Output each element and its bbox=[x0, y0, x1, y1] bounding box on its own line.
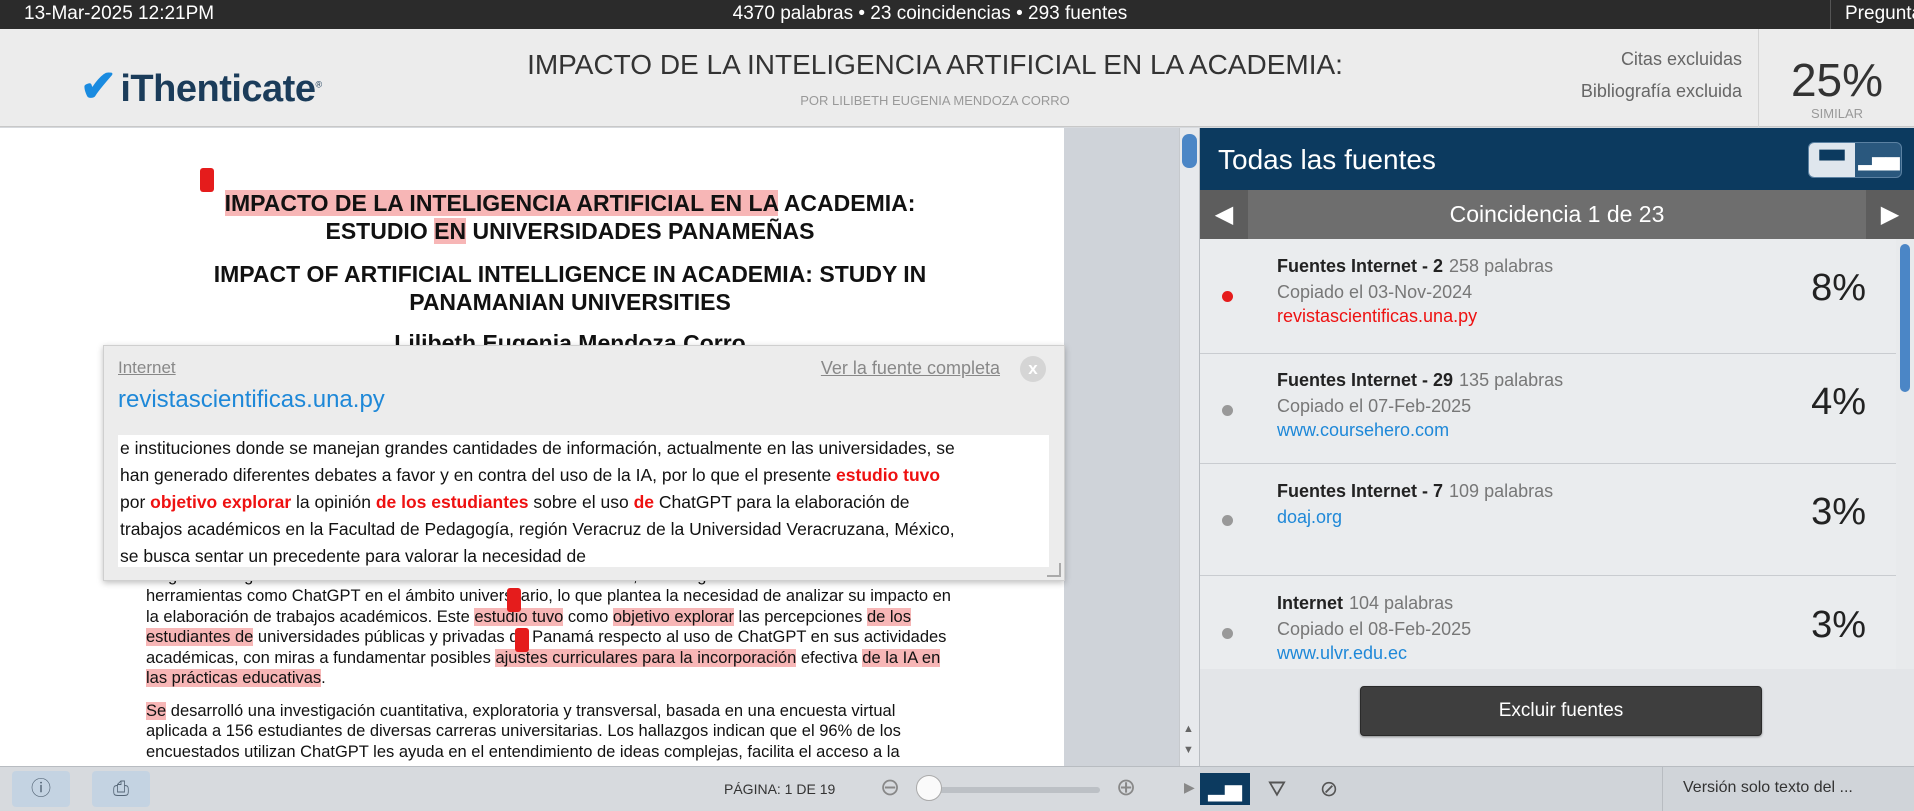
excluded-citations-label: Citas excluidas bbox=[1620, 49, 1742, 69]
doc-en-title-line2: PANAMANIAN UNIVERSITIES bbox=[409, 289, 731, 315]
bar-view-icon[interactable]: ▂▅▅ bbox=[1856, 143, 1902, 177]
report-header: ✔ iThenticate® IMPACTO DE LA INTELIGENCIA… bbox=[0, 29, 1914, 127]
print-icon[interactable]: ⎙ bbox=[92, 771, 150, 807]
next-match-button[interactable]: ▶ bbox=[1866, 190, 1914, 239]
source-list: Fuentes Internet - 2 258 palabras Copiado… bbox=[1200, 239, 1896, 669]
source-item[interactable]: Fuentes Internet - 7 109 palabras doaj.or… bbox=[1200, 464, 1896, 576]
list-view-icon[interactable]: ▀▀ bbox=[1809, 143, 1855, 177]
source-percentage: 8% bbox=[1811, 267, 1866, 309]
source-url[interactable]: www.ulvr.edu.ec bbox=[1277, 643, 1407, 664]
top-status-bar: 13-Mar-2025 12:21PM 4370 palabras • 23 c… bbox=[0, 0, 1914, 29]
zoom-in-icon[interactable]: ⊕ bbox=[1116, 773, 1136, 802]
match-marker[interactable] bbox=[515, 628, 529, 652]
document-stats: 4370 palabras • 23 coincidencias • 293 f… bbox=[732, 3, 1128, 24]
zoom-slider[interactable] bbox=[918, 787, 1100, 793]
zoom-slider-handle[interactable] bbox=[916, 775, 942, 801]
popup-source-link[interactable]: revistascientificas.una.py bbox=[118, 386, 385, 414]
source-dot bbox=[1222, 628, 1233, 639]
source-item[interactable]: Internet 104 palabras Copiado el 08-Feb-2… bbox=[1200, 576, 1896, 669]
sources-panel: Todas las fuentes ▀▀ ▂▅▅ ◀ Coincidencia … bbox=[1200, 128, 1914, 766]
ithenticate-logo: ✔ iThenticate® bbox=[80, 62, 322, 111]
source-percentage: 4% bbox=[1811, 381, 1866, 423]
source-percentage: 3% bbox=[1811, 604, 1866, 646]
view-toggle: ▀▀ ▂▅▅ bbox=[1808, 142, 1902, 178]
source-url[interactable]: www.coursehero.com bbox=[1277, 420, 1449, 441]
sources-panel-header: Todas las fuentes ▀▀ ▂▅▅ bbox=[1200, 128, 1914, 190]
document-title: IMPACTO DE LA INTELIGENCIA ARTIFICIAL EN… bbox=[527, 49, 1343, 80]
match-marker[interactable] bbox=[200, 168, 214, 192]
source-list-scrollbar[interactable] bbox=[1896, 239, 1914, 669]
source-list-scrollbar-thumb[interactable] bbox=[1900, 244, 1910, 392]
zoom-out-icon[interactable]: ⊖ bbox=[880, 773, 900, 802]
previous-match-button[interactable]: ◀ bbox=[1200, 190, 1248, 239]
popup-source-type: Internet bbox=[118, 358, 176, 377]
source-dot bbox=[1222, 291, 1233, 302]
document-gutter bbox=[1064, 128, 1179, 766]
exclude-sources-button[interactable]: Excluir fuentes bbox=[1360, 686, 1762, 736]
bottom-toolbar: ⓘ ⎙ PÁGINA: 1 DE 19 ⊖ ⊕ ▶ ▂▅ ⛛ ⊘ Versión… bbox=[0, 766, 1914, 811]
filter-icon[interactable]: ⛛ bbox=[1252, 773, 1302, 805]
source-dot bbox=[1222, 405, 1233, 416]
panel-toolbar: ▂▅ ⛛ ⊘ Versión solo texto del ... bbox=[1200, 767, 1914, 811]
resize-grip-icon[interactable] bbox=[1047, 563, 1061, 577]
exclude-icon[interactable]: ⊘ bbox=[1304, 773, 1354, 805]
document-author: POR LILIBETH EUGENIA MENDOZA CORRO bbox=[800, 93, 1070, 108]
source-copied-date: Copiado el 08-Feb-2025 bbox=[1277, 619, 1472, 639]
match-counter: Coincidencia 1 de 23 bbox=[1449, 201, 1665, 227]
page-indicator: PÁGINA: 1 DE 19 bbox=[724, 781, 836, 797]
document-scrollbar[interactable]: ▲ ▼ bbox=[1179, 128, 1199, 766]
similarity-score: 25% bbox=[1790, 54, 1884, 106]
source-copied-date: Copiado el 03-Nov-2024 bbox=[1277, 282, 1473, 302]
questions-button[interactable]: Preguntas bbox=[1830, 0, 1914, 29]
source-dot bbox=[1222, 515, 1233, 526]
doc-title-line2: ESTUDIO EN UNIVERSIDADES PANAMEÑAS bbox=[325, 218, 815, 244]
doc-en-title-line1: IMPACT OF ARTIFICIAL INTELLIGENCE IN ACA… bbox=[213, 261, 927, 287]
close-icon[interactable]: x bbox=[1020, 356, 1046, 382]
excluded-bibliography-label: Bibliografía excluida bbox=[1580, 81, 1742, 101]
source-item[interactable]: Fuentes Internet - 29 135 palabras Copiad… bbox=[1200, 354, 1896, 464]
match-marker[interactable] bbox=[507, 588, 521, 612]
source-copied-date: Copiado el 07-Feb-2025 bbox=[1277, 396, 1472, 416]
source-url[interactable]: doaj.org bbox=[1277, 507, 1342, 528]
info-icon[interactable]: ⓘ bbox=[12, 771, 70, 807]
doc-paragraph-1: se gestionan grandes volúmenes de inform… bbox=[146, 567, 951, 688]
match-navigator: ◀ Coincidencia 1 de 23 ▶ bbox=[1200, 190, 1914, 239]
text-only-version-link[interactable]: Versión solo texto del ... bbox=[1662, 767, 1914, 811]
source-percentage: 3% bbox=[1811, 491, 1866, 533]
doc-paragraph-2: Se desarrolló una investigación cuantita… bbox=[146, 702, 901, 761]
similarity-label: SIMILAR bbox=[1810, 106, 1863, 121]
source-url[interactable]: revistascientificas.una.py bbox=[1277, 306, 1477, 327]
checkmark-icon: ✔ bbox=[80, 62, 117, 111]
source-preview-popup: Internet Ver la fuente completa x revist… bbox=[103, 345, 1065, 581]
document-scrollbar-thumb[interactable] bbox=[1182, 134, 1197, 168]
scroll-down-icon[interactable]: ▼ bbox=[1183, 744, 1194, 756]
popup-source-text: e instituciones donde se manejan grandes… bbox=[118, 435, 1049, 567]
similarity-score-box: 25% SIMILAR bbox=[1758, 29, 1914, 127]
collapse-panel-icon[interactable]: ▶ bbox=[1184, 779, 1195, 796]
view-full-source-link[interactable]: Ver la fuente completa bbox=[821, 358, 1000, 379]
doc-title-line1: IMPACTO DE LA INTELIGENCIA ARTIFICIAL EN… bbox=[224, 190, 916, 216]
chart-icon[interactable]: ▂▅ bbox=[1200, 773, 1250, 805]
scroll-up-icon[interactable]: ▲ bbox=[1183, 723, 1194, 735]
source-item[interactable]: Fuentes Internet - 2 258 palabras Copiado… bbox=[1200, 239, 1896, 354]
sources-panel-title: Todas las fuentes bbox=[1218, 144, 1436, 175]
